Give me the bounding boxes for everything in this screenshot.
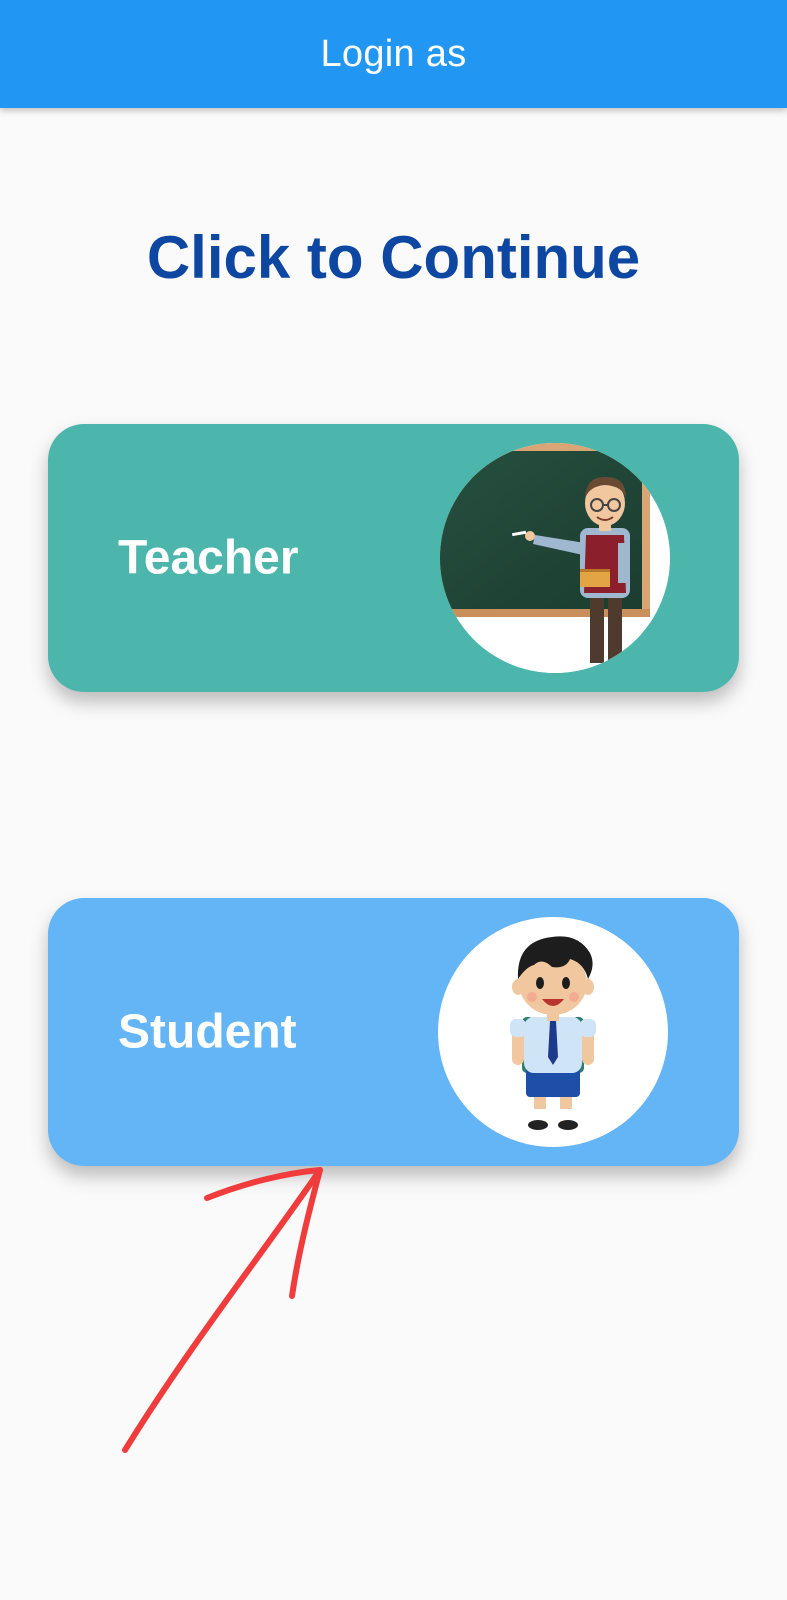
app-bar-title: Login as [320, 32, 467, 75]
teacher-role-label: Teacher [118, 531, 299, 585]
student-role-card[interactable]: Student [48, 898, 739, 1166]
teacher-role-card[interactable]: Teacher [48, 424, 739, 692]
schoolboy-with-backpack-icon [510, 936, 596, 1130]
teacher-at-chalkboard-icon [440, 443, 670, 673]
student-role-label: Student [118, 1005, 297, 1059]
app-bar: Login as [0, 0, 787, 108]
teacher-illustration [440, 443, 670, 673]
page-heading: Click to Continue [146, 224, 641, 292]
student-illustration [438, 917, 668, 1147]
